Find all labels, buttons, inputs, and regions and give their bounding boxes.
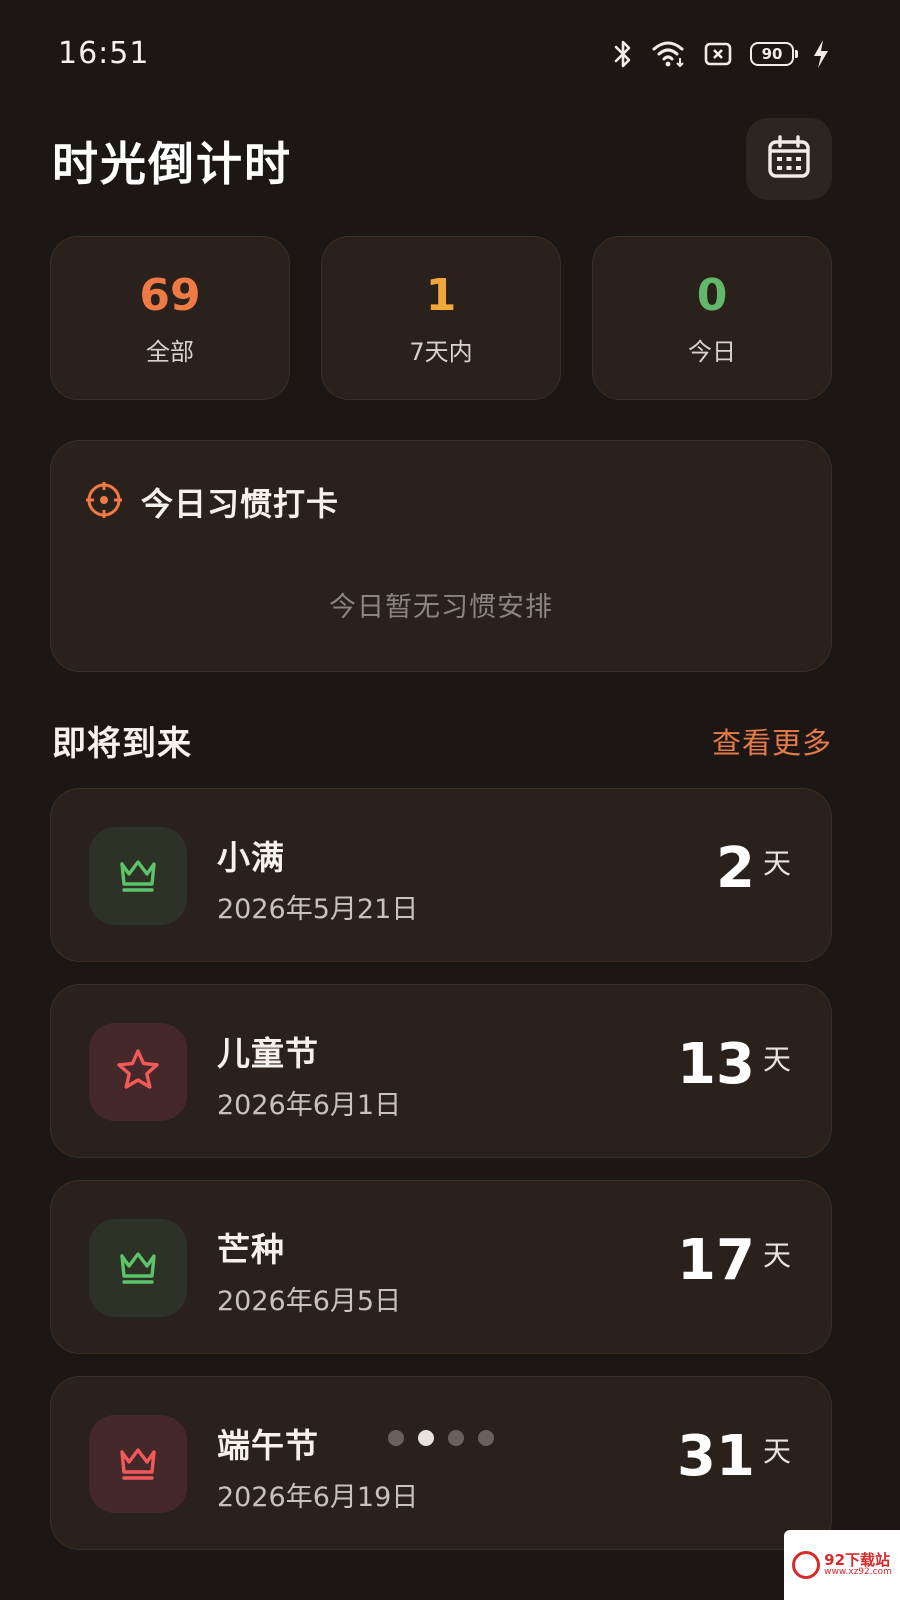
event-countdown: 17 天 <box>677 1233 791 1289</box>
event-icon-tile <box>89 1219 187 1317</box>
watermark-main: 92下载站 <box>824 1550 891 1569</box>
calendar-button[interactable] <box>746 118 832 200</box>
stat-label: 今日 <box>688 337 736 366</box>
star-icon <box>115 1047 161 1097</box>
days-unit: 天 <box>762 1239 791 1272</box>
bluetooth-icon <box>612 39 634 69</box>
stat-card-week[interactable]: 1 7天内 <box>321 236 561 400</box>
wifi-icon <box>652 40 686 68</box>
habit-empty-text: 今日暂无习惯安排 <box>329 592 553 623</box>
event-card[interactable]: 端午节 2026年6月19日 31 天 <box>50 1376 832 1550</box>
habit-header: 今日习惯打卡 <box>85 479 339 525</box>
stats-row: 69 全部 1 7天内 0 今日 <box>50 236 832 400</box>
days-number: 2 <box>716 836 755 901</box>
event-date: 2026年6月19日 <box>217 1482 419 1513</box>
event-icon-tile <box>89 1415 187 1513</box>
event-icon-tile <box>89 1023 187 1121</box>
page-dot[interactable] <box>448 1430 464 1446</box>
event-name: 芒种 <box>217 1230 285 1269</box>
page-dot[interactable] <box>478 1430 494 1446</box>
page-dot[interactable] <box>388 1430 404 1446</box>
days-number: 17 <box>677 1228 755 1293</box>
stat-card-today[interactable]: 0 今日 <box>592 236 832 400</box>
countdown-app-screen: 16:51 90 时光倒计时 69 全部 1 7天内 0 今日 今日习惯打卡 今… <box>0 0 900 1600</box>
event-date: 2026年6月5日 <box>217 1286 402 1317</box>
habit-title: 今日习惯打卡 <box>141 485 340 523</box>
event-card[interactable]: 芒种 2026年6月5日 17 天 <box>50 1180 832 1354</box>
stat-label: 7天内 <box>409 337 473 366</box>
event-date: 2026年6月1日 <box>217 1090 402 1121</box>
page-indicator[interactable] <box>388 1430 494 1446</box>
target-icon <box>85 481 123 523</box>
crown-icon <box>116 1244 160 1292</box>
page-dot-active[interactable] <box>418 1430 434 1446</box>
charging-icon <box>812 39 830 69</box>
see-more-link[interactable]: 查看更多 <box>712 720 832 762</box>
stat-label: 全部 <box>146 337 194 366</box>
watermark: 92下载站 www.xz92.com <box>784 1530 900 1600</box>
days-number: 13 <box>677 1032 755 1097</box>
calendar-icon <box>767 135 811 183</box>
upcoming-section-title: 即将到来 <box>52 724 192 764</box>
habit-checkin-card[interactable]: 今日习惯打卡 今日暂无习惯安排 <box>50 440 832 672</box>
event-name: 儿童节 <box>217 1034 319 1073</box>
event-date: 2026年5月21日 <box>217 894 419 925</box>
status-time: 16:51 <box>58 36 150 71</box>
days-unit: 天 <box>762 847 791 880</box>
days-unit: 天 <box>762 1043 791 1076</box>
sim-icon <box>704 42 732 66</box>
days-number: 31 <box>677 1424 755 1489</box>
status-icons: 90 <box>612 36 830 72</box>
event-countdown: 31 天 <box>677 1429 791 1485</box>
event-card[interactable]: 小满 2026年5月21日 2 天 <box>50 788 832 962</box>
status-bar: 16:51 90 <box>0 0 900 110</box>
watermark-sub: www.xz92.com <box>824 1567 892 1578</box>
watermark-text: 92下载站 www.xz92.com <box>824 1552 892 1578</box>
stat-value: 69 <box>139 269 201 321</box>
event-icon-tile <box>89 827 187 925</box>
crown-icon <box>116 1440 160 1488</box>
battery-level: 90 <box>761 45 783 63</box>
watermark-logo-icon <box>792 1551 821 1579</box>
event-name: 小满 <box>217 838 285 877</box>
stat-value: 0 <box>696 269 728 321</box>
battery-icon: 90 <box>750 42 798 66</box>
stat-card-all[interactable]: 69 全部 <box>50 236 290 400</box>
event-countdown: 13 天 <box>677 1037 791 1093</box>
event-card[interactable]: 儿童节 2026年6月1日 13 天 <box>50 984 832 1158</box>
event-countdown: 2 天 <box>716 841 791 897</box>
event-name: 端午节 <box>217 1426 319 1465</box>
page-title: 时光倒计时 <box>52 137 292 191</box>
crown-icon <box>116 852 160 900</box>
days-unit: 天 <box>762 1435 791 1468</box>
stat-value: 1 <box>425 269 457 321</box>
